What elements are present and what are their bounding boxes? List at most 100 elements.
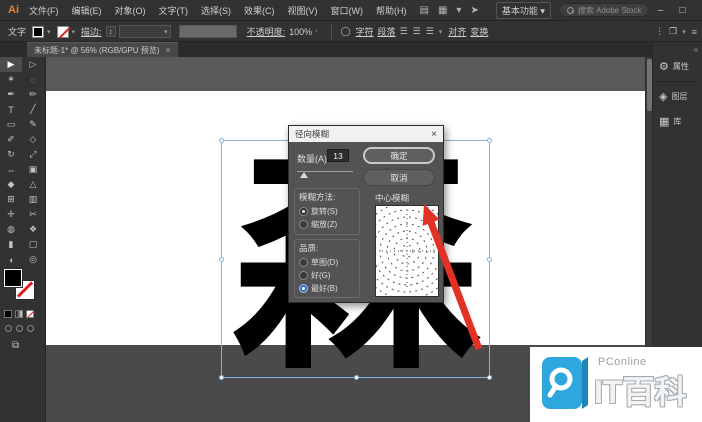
- menu-file[interactable]: 文件(F): [29, 4, 59, 17]
- stroke-weight-label[interactable]: 描边:: [81, 25, 102, 38]
- perspective-grid-tool[interactable]: △: [22, 177, 44, 192]
- menu-window[interactable]: 窗口(W): [331, 4, 364, 17]
- handle-bottom-center[interactable]: [354, 375, 359, 380]
- radio-spin-icon[interactable]: [299, 207, 308, 216]
- scale-tool[interactable]: ⤢: [22, 147, 44, 162]
- amount-input[interactable]: 13: [327, 149, 349, 162]
- menu-view[interactable]: 视图(V): [288, 4, 318, 17]
- dock-chevron-icon[interactable]: ▾: [682, 28, 686, 36]
- handle-bottom-left[interactable]: [219, 375, 224, 380]
- stroke-color-swatch[interactable]: [56, 25, 69, 38]
- document-layout-icon[interactable]: ▦: [438, 5, 447, 16]
- fill-proxy-swatch[interactable]: [4, 269, 22, 287]
- curvature-tool[interactable]: ✏: [22, 87, 44, 102]
- panel-dock-icon[interactable]: ❐: [669, 26, 677, 37]
- align-left-icon[interactable]: ☰: [400, 26, 408, 37]
- menu-effect[interactable]: 效果(C): [244, 4, 275, 17]
- stroke-weight-stepper[interactable]: ↕: [105, 26, 116, 37]
- brush-definition-field[interactable]: [178, 25, 237, 38]
- layers-panel-button[interactable]: ◈ 图层: [653, 84, 702, 109]
- handle-bottom-right[interactable]: [487, 375, 492, 380]
- menu-object[interactable]: 对象(O): [115, 4, 146, 17]
- minimize-button[interactable]: –: [649, 5, 671, 16]
- maximize-button[interactable]: □: [671, 5, 693, 16]
- arrange-documents-icon[interactable]: ▤: [420, 5, 429, 16]
- handle-mid-left[interactable]: [219, 257, 224, 262]
- radio-good[interactable]: 好(G): [299, 269, 359, 282]
- document-tab[interactable]: 未标题-1* @ 56% (RGB/GPU 预览) ×: [27, 42, 178, 57]
- paragraph-panel-link[interactable]: 段落: [378, 25, 396, 38]
- screen-mode-icon[interactable]: ⧉: [12, 340, 19, 351]
- layout-chevron-icon[interactable]: ▾: [456, 5, 461, 16]
- type-tool[interactable]: T: [0, 102, 22, 117]
- properties-panel-button[interactable]: ⚙ 属性: [653, 54, 702, 79]
- blend-tool[interactable]: ◍: [0, 222, 22, 237]
- free-transform-tool[interactable]: ▣: [22, 162, 44, 177]
- color-button[interactable]: [4, 310, 12, 318]
- opacity-label[interactable]: 不透明度:: [247, 25, 286, 38]
- radio-draft-icon[interactable]: [299, 258, 308, 267]
- opacity-value[interactable]: 100%: [289, 27, 312, 37]
- dialog-close-icon[interactable]: ×: [431, 129, 437, 140]
- rectangle-tool[interactable]: ▭: [0, 117, 22, 132]
- magic-wand-tool[interactable]: ✶: [0, 72, 22, 87]
- fill-chevron-icon[interactable]: ▾: [47, 28, 51, 36]
- radio-good-icon[interactable]: [299, 271, 308, 280]
- draw-inside-icon[interactable]: [27, 325, 34, 332]
- direct-selection-tool[interactable]: ▷: [22, 57, 44, 72]
- mesh-tool[interactable]: ⊞: [0, 192, 22, 207]
- draw-normal-icon[interactable]: [5, 325, 12, 332]
- more-options-icon[interactable]: ⋮: [655, 26, 664, 37]
- libraries-panel-button[interactable]: ▦ 库: [653, 109, 702, 134]
- style-icon[interactable]: ◯: [340, 26, 350, 37]
- stock-search-input[interactable]: 搜索 Adobe Stock: [558, 3, 650, 17]
- radio-best-icon[interactable]: [299, 284, 308, 293]
- stroke-weight-select[interactable]: ▾: [118, 25, 171, 38]
- hand-tool[interactable]: ◖: [0, 252, 22, 267]
- menu-type[interactable]: 文字(T): [159, 4, 189, 17]
- align-center-icon[interactable]: ☰: [413, 26, 421, 37]
- handle-top-right[interactable]: [487, 138, 492, 143]
- eyedropper-tool[interactable]: ✛: [0, 207, 22, 222]
- options-menu-icon[interactable]: ≡: [692, 27, 697, 37]
- text-options-chevron-icon[interactable]: ▾: [439, 28, 443, 36]
- column-graph-tool[interactable]: ▮: [0, 237, 22, 252]
- rotate-tool[interactable]: ↻: [0, 147, 22, 162]
- align-right-icon[interactable]: ☰: [426, 26, 434, 37]
- dock-collapse-icon[interactable]: «: [694, 45, 698, 54]
- shape-builder-tool[interactable]: ◆: [0, 177, 22, 192]
- artboard-tool[interactable]: ▢: [22, 237, 44, 252]
- width-tool[interactable]: ⇔: [0, 162, 22, 177]
- tab-close-icon[interactable]: ×: [165, 45, 170, 55]
- transform-panel-link[interactable]: 变换: [470, 25, 488, 38]
- amount-slider-thumb[interactable]: [300, 172, 308, 178]
- radio-draft[interactable]: 草图(D): [299, 256, 359, 269]
- handle-top-left[interactable]: [219, 138, 224, 143]
- pen-tool[interactable]: ✒: [0, 87, 22, 102]
- dialog-title-bar[interactable]: 径向模糊 ×: [289, 126, 443, 142]
- workspace-switcher[interactable]: 基本功能 ▾: [495, 1, 551, 19]
- gradient-button[interactable]: [15, 310, 23, 318]
- none-button[interactable]: [26, 310, 34, 318]
- handle-mid-right[interactable]: [487, 257, 492, 262]
- paintbrush-tool[interactable]: ✎: [22, 117, 44, 132]
- scissors-tool[interactable]: ✂: [22, 207, 44, 222]
- symbol-sprayer-tool[interactable]: ❖: [22, 222, 44, 237]
- radio-zoom-icon[interactable]: [299, 220, 308, 229]
- blur-center-preview[interactable]: [351, 195, 463, 307]
- line-segment-tool[interactable]: ╱: [22, 102, 44, 117]
- close-button[interactable]: ×: [693, 5, 702, 16]
- draw-behind-icon[interactable]: [16, 325, 23, 332]
- selection-tool[interactable]: ▶: [0, 57, 22, 72]
- menu-edit[interactable]: 编辑(E): [72, 4, 102, 17]
- character-panel-link[interactable]: 字符: [356, 25, 374, 38]
- zoom-tool[interactable]: ◎: [22, 252, 44, 267]
- radio-best[interactable]: 最好(B): [299, 282, 359, 295]
- radio-zoom[interactable]: 缩放(Z): [299, 218, 359, 231]
- align-panel-link[interactable]: 对齐: [448, 25, 466, 38]
- gradient-tool[interactable]: ▥: [22, 192, 44, 207]
- cancel-button[interactable]: 取消: [363, 169, 435, 186]
- menu-help[interactable]: 帮助(H): [376, 4, 407, 17]
- stroke-chevron-icon[interactable]: ▾: [72, 28, 76, 36]
- shaper-tool[interactable]: ◇: [22, 132, 44, 147]
